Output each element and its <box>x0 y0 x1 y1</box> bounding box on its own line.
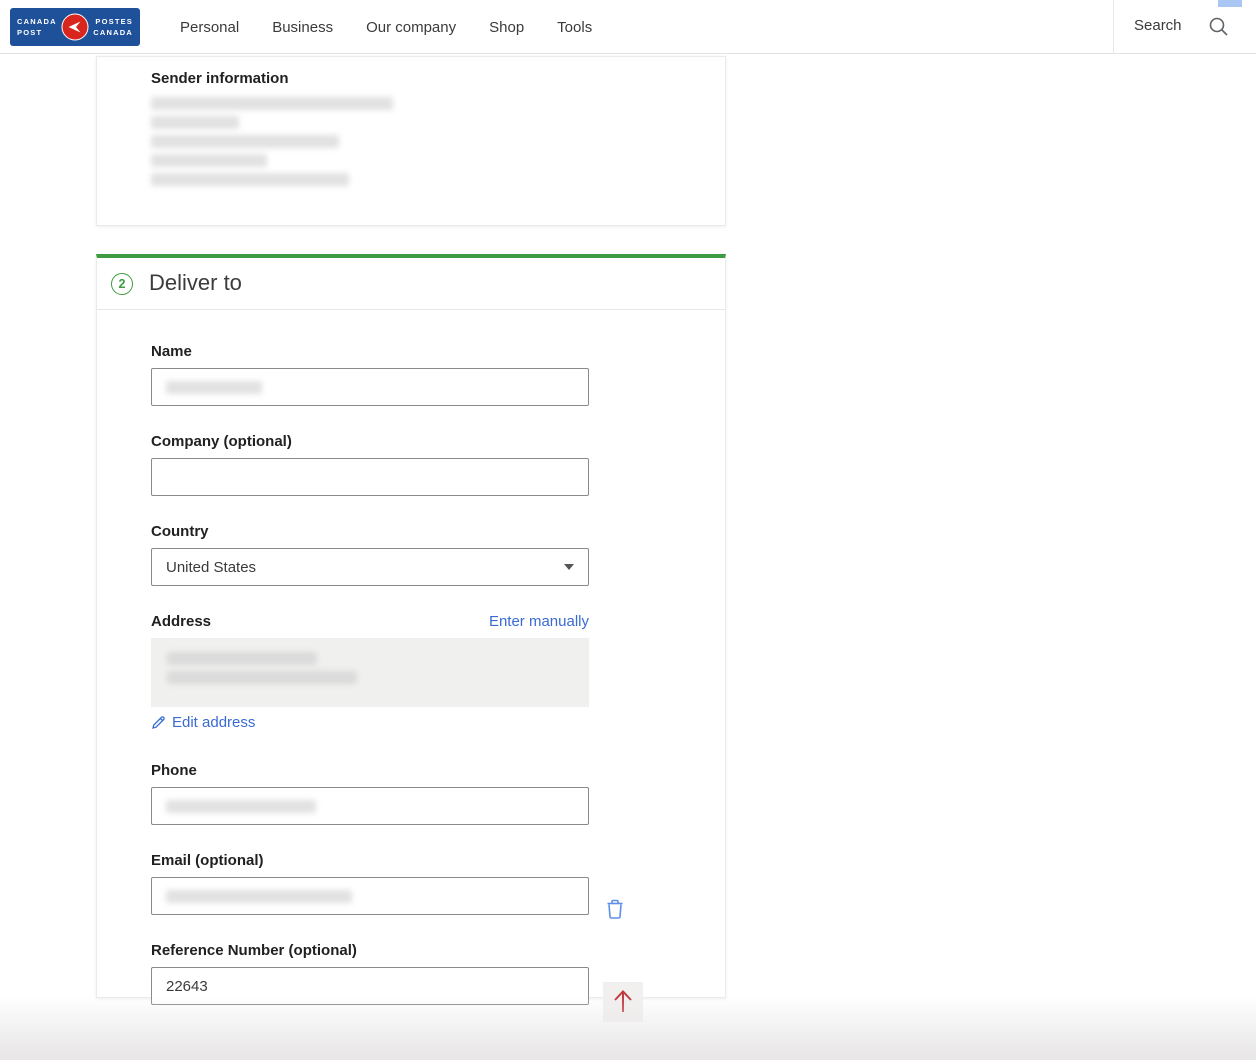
name-field-group: Name <box>151 343 589 406</box>
pencil-icon <box>151 715 166 730</box>
address-label: Address <box>151 613 211 630</box>
header-divider <box>1113 0 1114 54</box>
logo-text-left: CANADAPOST <box>17 16 57 39</box>
page: CANADAPOST POSTESCANADA Personal Busines… <box>0 0 1256 1060</box>
deliver-to-title: Deliver to <box>149 270 242 296</box>
nav-item-our-company[interactable]: Our company <box>366 19 456 36</box>
country-selected-value: United States <box>166 559 256 576</box>
company-label: Company (optional) <box>151 433 589 450</box>
canada-post-wing-icon <box>62 14 89 41</box>
address-display-box <box>151 638 589 707</box>
sender-redacted-details <box>151 97 725 186</box>
company-input[interactable] <box>151 458 589 496</box>
email-label: Email (optional) <box>151 852 589 869</box>
nav-item-shop[interactable]: Shop <box>489 19 524 36</box>
trash-icon <box>606 907 624 922</box>
edit-address-label: Edit address <box>172 714 255 731</box>
address-field-group: Address Enter manually Edit address <box>151 613 589 735</box>
phone-input[interactable] <box>151 787 589 825</box>
top-right-blue-strip <box>1218 0 1242 7</box>
edit-address-link[interactable]: Edit address <box>151 714 255 731</box>
search-icon[interactable] <box>1208 16 1229 37</box>
name-input[interactable] <box>151 368 589 406</box>
nav-item-business[interactable]: Business <box>272 19 333 36</box>
company-field-group: Company (optional) <box>151 433 589 496</box>
email-field-group: Email (optional) <box>151 852 589 915</box>
page-bottom-fade <box>0 996 1256 1060</box>
sender-information-card: Sender information <box>96 56 726 226</box>
main-nav: Personal Business Our company Shop Tools <box>180 0 592 54</box>
country-field-group: Country United States <box>151 523 589 586</box>
phone-field-group: Phone <box>151 762 589 825</box>
sender-information-title: Sender information <box>151 70 725 87</box>
deliver-to-form: Name Company (optional) Country United S… <box>97 310 725 1005</box>
country-label: Country <box>151 523 589 540</box>
top-navigation-bar: CANADAPOST POSTESCANADA Personal Busines… <box>0 0 1256 54</box>
canada-post-logo[interactable]: CANADAPOST POSTESCANADA <box>10 8 140 46</box>
name-label: Name <box>151 343 589 360</box>
reference-number-label: Reference Number (optional) <box>151 942 589 959</box>
delete-email-button[interactable] <box>605 899 625 919</box>
nav-item-tools[interactable]: Tools <box>557 19 592 36</box>
address-label-row: Address Enter manually <box>151 613 589 630</box>
country-select[interactable]: United States <box>151 548 589 586</box>
nav-item-personal[interactable]: Personal <box>180 19 239 36</box>
logo-text-right: POSTESCANADA <box>93 16 133 39</box>
enter-manually-link[interactable]: Enter manually <box>489 613 589 630</box>
deliver-to-header: 2 Deliver to <box>97 258 725 310</box>
email-input[interactable] <box>151 877 589 915</box>
deliver-to-card: 2 Deliver to Name Company (optional) Cou… <box>96 254 726 998</box>
search-button[interactable]: Search <box>1134 17 1182 34</box>
step-number-badge: 2 <box>111 273 133 295</box>
chevron-down-icon <box>564 564 574 570</box>
phone-label: Phone <box>151 762 589 779</box>
